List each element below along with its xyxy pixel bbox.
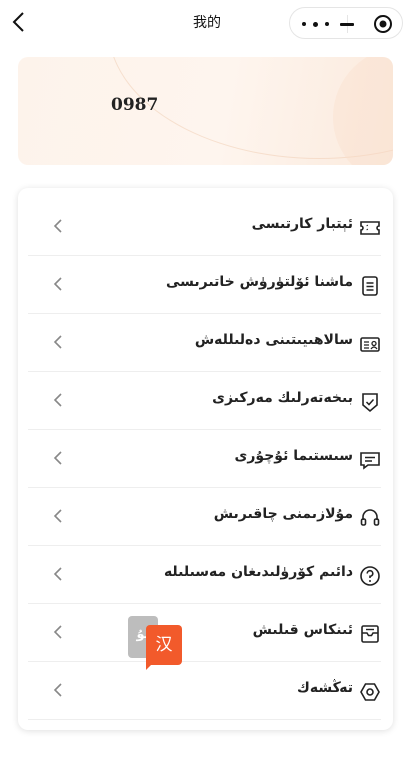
menu-item-security-center[interactable]: بىخەتەرلىك مەركىزى	[28, 372, 381, 430]
divider	[28, 719, 381, 720]
badge-tail	[146, 660, 156, 670]
menu-item-settings[interactable]: تەڭشەك	[28, 662, 381, 720]
ticket-icon	[360, 221, 380, 235]
menu-item-label: بىخەتەرلىك مەركىزى	[212, 390, 353, 406]
shield-icon	[362, 393, 378, 413]
menu-item-coupon-card[interactable]: ئېتبار كارتىسى	[28, 198, 381, 256]
menu-item-feedback[interactable]: ئىنكاس قىلىش	[28, 604, 381, 662]
menu-item-system-messages[interactable]: سىستىما ئۇچۇرى	[28, 430, 381, 488]
profile-banner: 0987	[18, 57, 393, 165]
minimize-icon[interactable]	[338, 12, 358, 36]
chevron-left-icon	[53, 509, 62, 523]
menu-item-faq[interactable]: دائىم كۆرۈلىدىغان مەسىلىلە	[28, 546, 381, 604]
user-id: 0987	[111, 95, 159, 115]
menu-item-order-history[interactable]: ماشنا ئۆلتۈرۈش خاتىرىسى	[28, 256, 381, 314]
feedback-icon	[361, 625, 379, 643]
chevron-left-icon	[53, 683, 62, 697]
menu-item-label: ئېتبار كارتىسى	[251, 216, 353, 232]
chinese-language-badge[interactable]: 汉	[146, 625, 182, 665]
navbar: 我的	[0, 0, 414, 44]
mini-program-capsule	[289, 7, 403, 39]
chevron-left-icon	[53, 277, 62, 291]
menu-item-label: مۇلازىمنى چاقىرىش	[213, 506, 353, 522]
chevron-left-icon	[53, 451, 62, 465]
id-card-icon	[360, 337, 380, 352]
menu-item-label: سالاھىيىتىنى دەلىللەش	[194, 332, 353, 348]
menu-item-identity-verification[interactable]: سالاھىيىتىنى دەلىللەش	[28, 314, 381, 372]
menu-item-label: دائىم كۆرۈلىدىغان مەسىلىلە	[163, 564, 353, 580]
menu-item-label: سىستىما ئۇچۇرى	[234, 448, 353, 464]
menu-card: ئېتبار كارتىسى ماشنا ئۆلتۈرۈش خاتىرىسى س…	[18, 188, 393, 730]
more-dots-icon[interactable]	[298, 13, 338, 35]
question-icon	[360, 566, 380, 586]
chevron-left-icon	[53, 335, 62, 349]
menu-item-label: ماشنا ئۆلتۈرۈش خاتىرىسى	[166, 274, 353, 290]
headset-icon	[360, 509, 380, 526]
message-icon	[360, 452, 380, 470]
menu-item-label: ئىنكاس قىلىش	[252, 622, 353, 638]
chevron-left-icon	[53, 219, 62, 233]
close-target-icon[interactable]	[373, 14, 393, 34]
chevron-left-icon	[53, 393, 62, 407]
document-icon	[362, 276, 378, 296]
chevron-left-icon	[53, 567, 62, 581]
settings-icon	[360, 683, 380, 701]
chevron-left-icon	[53, 625, 62, 639]
menu-item-label: تەڭشەك	[297, 680, 353, 696]
menu-item-call-service[interactable]: مۇلازىمنى چاقىرىش	[28, 488, 381, 546]
language-toggle[interactable]: ئۇ 汉	[128, 616, 184, 670]
